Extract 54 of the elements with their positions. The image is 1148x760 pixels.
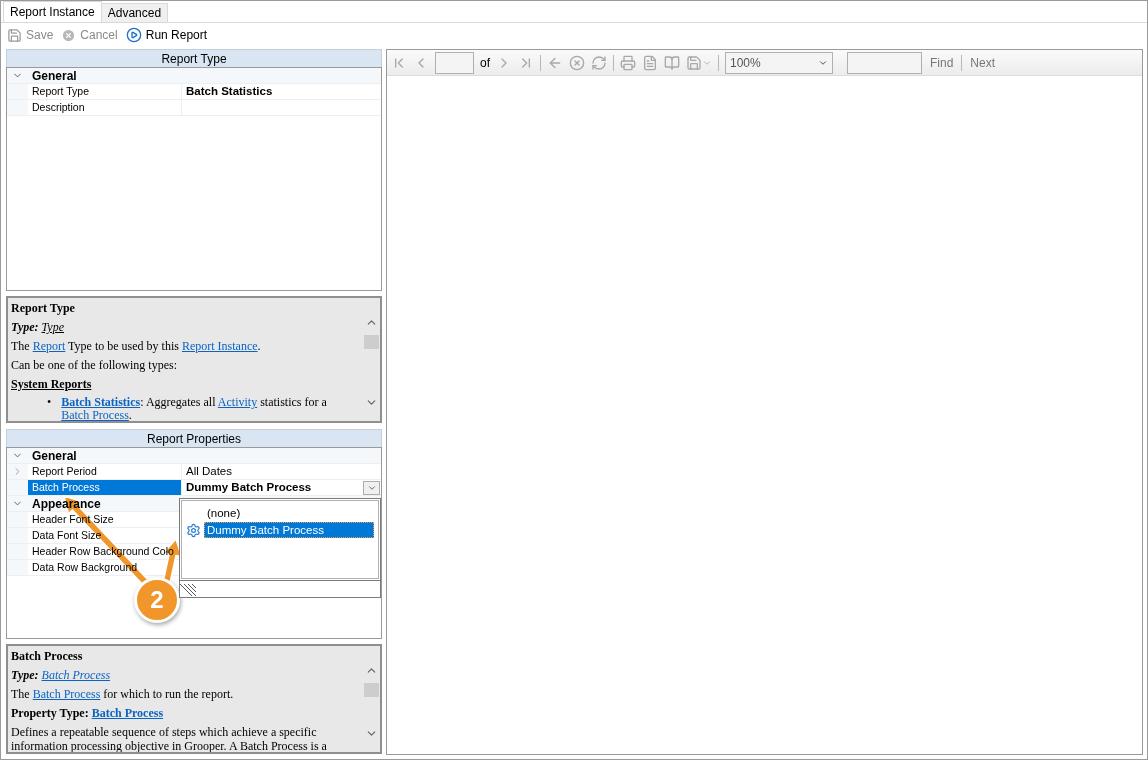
tab[interactable]: Advanced [100,3,169,22]
type-line: Type: Type [11,320,65,334]
property-name[interactable]: Description [28,100,182,115]
play-icon [125,27,142,43]
gear-icon [186,522,201,538]
page-count-label: of [480,55,490,70]
help-link[interactable]: Activity [217,395,258,409]
help-link[interactable]: Batch Process [61,408,129,421]
scroll-thumb[interactable] [363,335,379,349]
type-line: Type: Batch Process [11,668,112,682]
refresh-icon [591,54,607,71]
help-paragraph: The Report Type to be used by this Report Instance. [11,339,262,353]
category-name: General [31,68,77,83]
toolbar-button[interactable]: Run Report [125,27,208,43]
help-paragraph: The Batch Process for which to run the report. [11,687,235,701]
stop-icon [569,54,585,71]
page-number-field[interactable] [435,51,474,74]
property-name[interactable]: Report Type [28,84,182,99]
type-link[interactable]: Type [41,320,64,334]
bullet-mark: • [47,396,52,411]
panel-header: Report Type [6,49,382,67]
book-icon [664,54,680,71]
property-value[interactable]: All Dates [182,464,380,479]
help-title: Report Type [11,301,76,315]
section-heading: System Reports [11,377,93,391]
help-link[interactable]: Batch Process [32,687,101,701]
property-type-line: Property Type: Batch Process [11,706,165,720]
tab[interactable]: Report Instance [3,1,102,22]
help-title: Batch Process [11,649,84,663]
help-paragraph: Can be one of the following types: [11,358,178,372]
property-value[interactable]: Dummy Batch Process [182,480,363,495]
cancel-icon [61,27,77,43]
help-link[interactable]: Report Instance [181,339,258,353]
property-name[interactable]: Batch Process [28,480,182,495]
zoom-select[interactable]: 100% [725,51,833,74]
help-link[interactable]: Report [32,339,66,353]
panel-header: Report Properties [6,429,382,447]
printer-icon [620,54,636,71]
bullet-text: Batch Statistics: Aggregates all Activity statistics for a Batch Process. [61,396,328,421]
property-name[interactable]: Report Period [28,464,182,479]
property-value[interactable]: Batch Statistics [182,84,380,99]
help-link[interactable]: Batch Process [41,668,111,682]
dropdown-option[interactable]: (none) [204,505,374,521]
dropdown-button[interactable] [363,480,380,495]
resize-grip-icon [180,583,196,597]
dropdown-option[interactable]: Dummy Batch Process [204,522,374,538]
scroll-thumb[interactable] [363,683,379,697]
help-link[interactable]: Batch Process [91,706,164,720]
export-icon [686,54,702,71]
help-paragraph: Defines a repeatable sequence of steps which achieve a specific information processing objective in Grooper. A Batch Process is a [11,725,328,752]
page-icon [642,54,658,71]
find-field[interactable] [847,51,922,74]
category-name: General [31,448,77,463]
save-icon [7,27,22,43]
